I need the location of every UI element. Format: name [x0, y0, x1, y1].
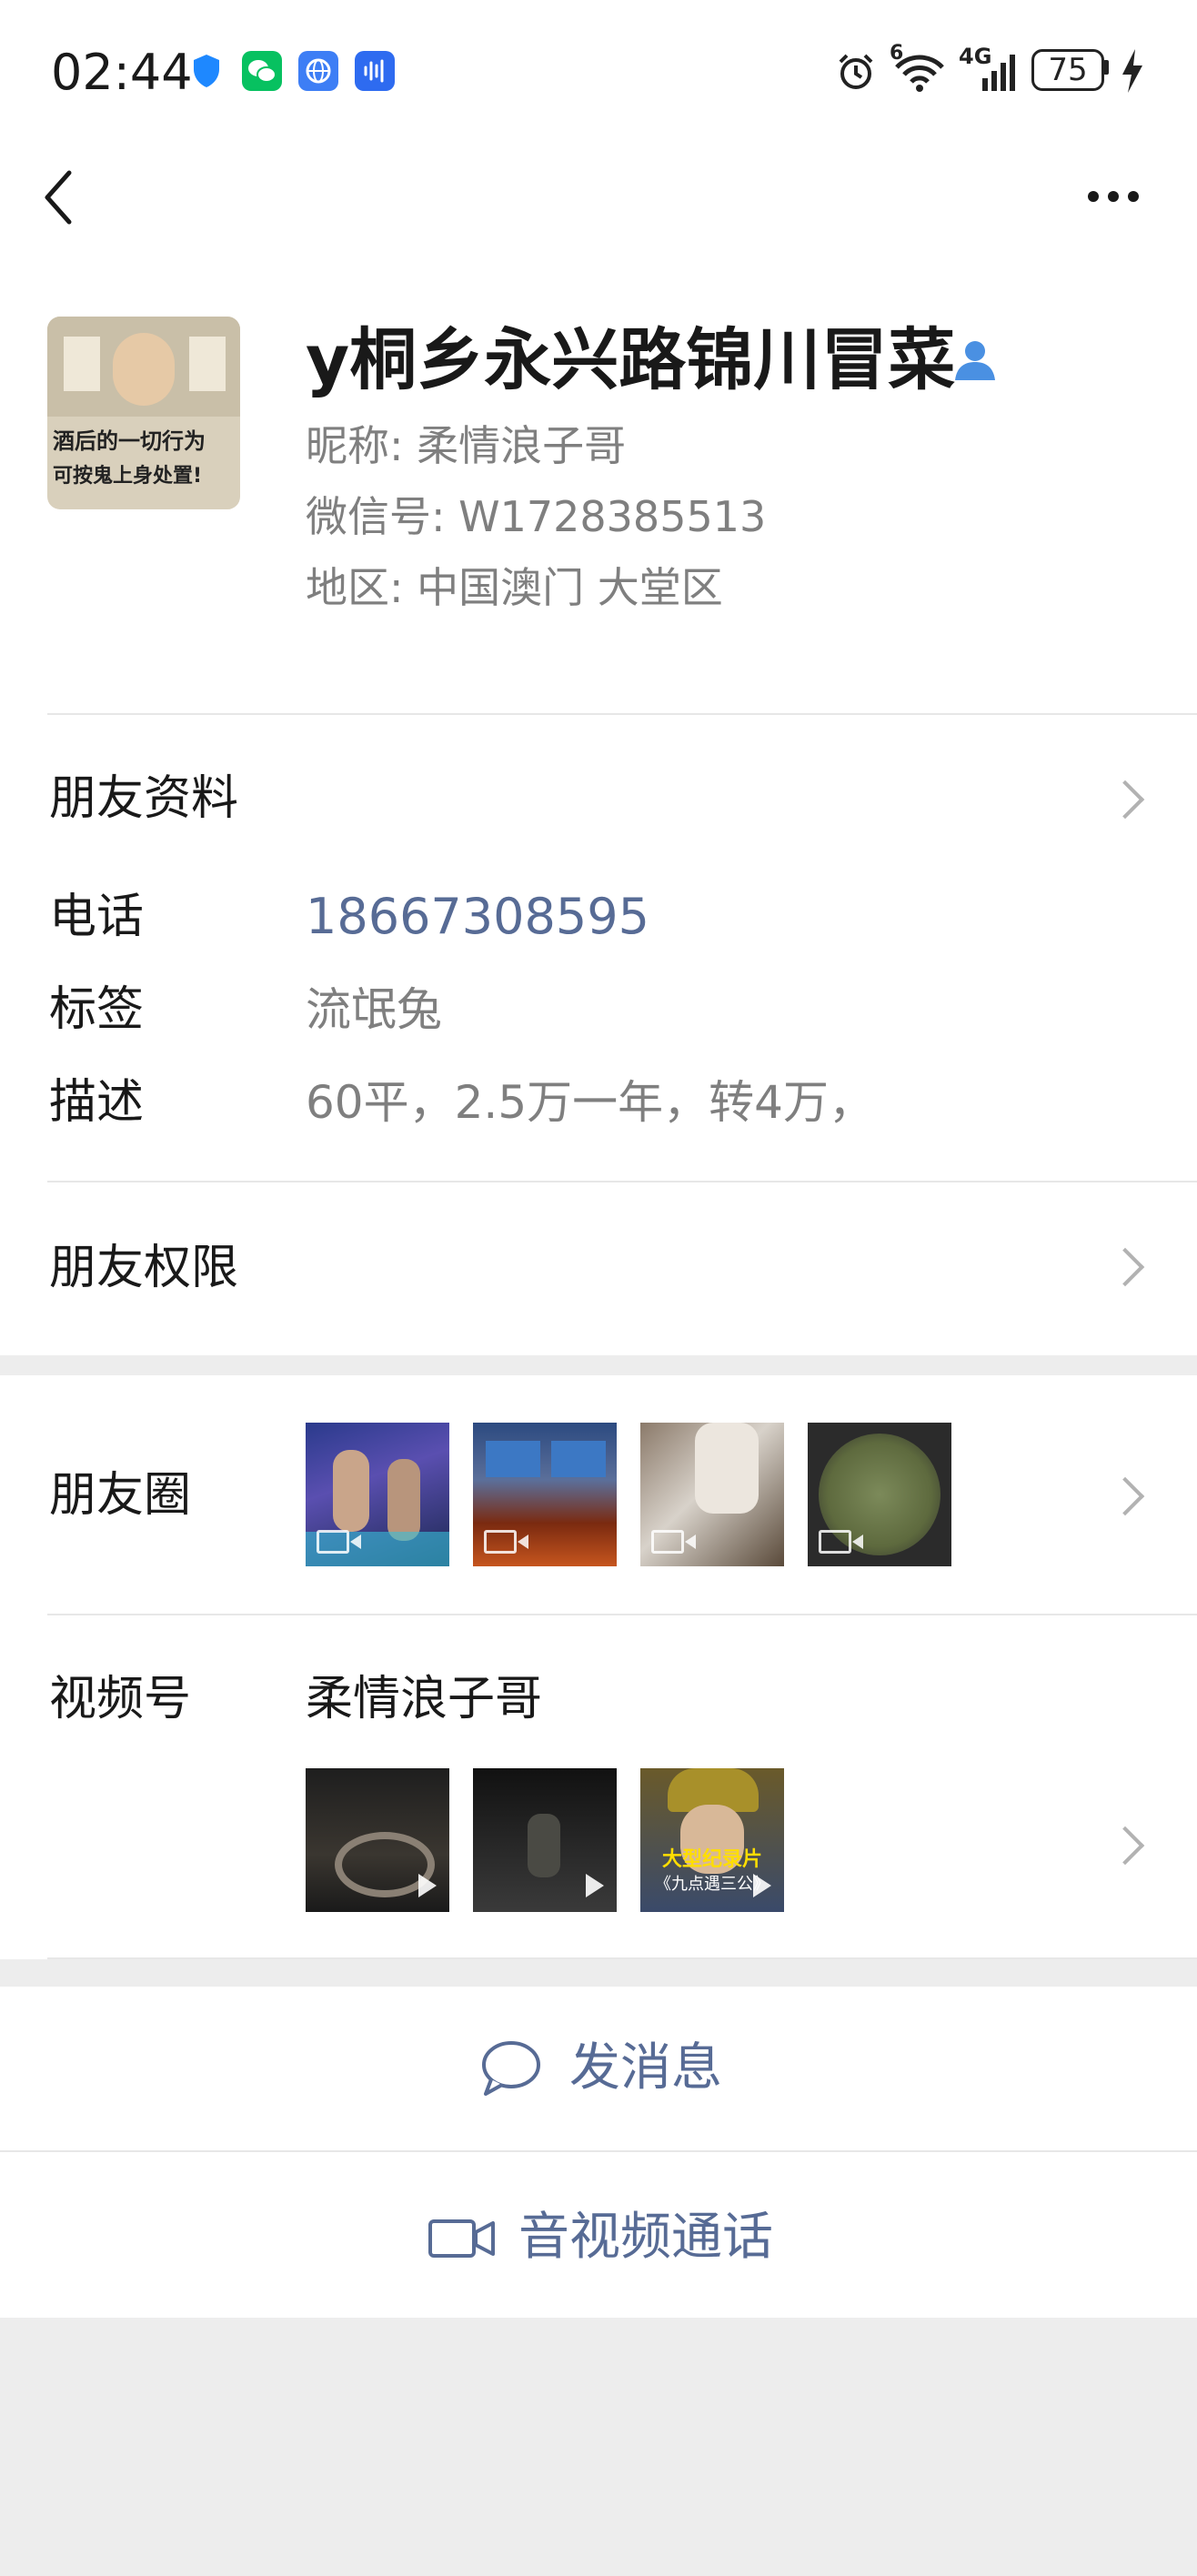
channels-thumb-1[interactable] [306, 1768, 449, 1912]
video-icon [484, 1530, 528, 1554]
battery-tip [1103, 60, 1109, 75]
divider [47, 713, 1197, 715]
video-call-button[interactable]: 音视频通话 [0, 2154, 1197, 2318]
play-icon [753, 1874, 771, 1897]
channels-thumb-2[interactable] [473, 1768, 617, 1912]
divider [0, 2150, 1197, 2152]
avatar-text-1: 酒后的一切行为 [53, 428, 206, 454]
wechat-icon [242, 51, 282, 91]
send-message-button[interactable]: 发消息 [0, 1987, 1197, 2150]
battery-level: 75 [1048, 52, 1088, 88]
moments-thumb-1[interactable] [306, 1423, 449, 1566]
tag-value: 流氓兔 [306, 983, 442, 1036]
avatar[interactable]: 酒后的一切行为 可按鬼上身处置! [47, 317, 240, 509]
moments-title: 朋友圈 [49, 1468, 192, 1523]
permissions-title: 朋友权限 [49, 1241, 239, 1295]
video-icon [651, 1530, 696, 1554]
moments-thumb-4[interactable] [808, 1423, 951, 1566]
more-dots-icon[interactable] [1084, 187, 1142, 206]
avatar-face [113, 333, 175, 406]
send-message-label: 发消息 [569, 2038, 722, 2098]
battery-icon: 75 [1031, 49, 1104, 91]
signal-icon [982, 55, 1015, 91]
video-icon [819, 1530, 863, 1554]
divider [47, 1957, 1197, 1959]
status-bar: 02:44 6 4G 75 [0, 0, 1197, 146]
video-icon [317, 1530, 361, 1554]
description-label: 描述 [49, 1075, 145, 1130]
moments-thumb-3[interactable] [640, 1423, 784, 1566]
back-button[interactable] [40, 169, 76, 226]
alarm-icon [839, 54, 873, 89]
channels-name: 柔情浪子哥 [306, 1672, 543, 1726]
status-time: 02:44 [51, 44, 193, 101]
display-name: y桐乡永兴路锦川冒菜 [306, 321, 956, 399]
video-call-label: 音视频通话 [518, 2208, 773, 2267]
channels-title: 视频号 [49, 1672, 192, 1726]
tag-label: 标签 [49, 982, 145, 1037]
wechat-id: 微信号: W1728385513 [306, 492, 767, 541]
region: 地区: 中国澳门 大堂区 [306, 563, 723, 612]
channels-thumb-3[interactable]: 大型纪录片 《九点遇三公》 [640, 1768, 784, 1912]
wifi-badge: 6 [890, 42, 904, 65]
play-icon [418, 1874, 437, 1897]
person-icon [955, 341, 995, 380]
avatar-text-2: 可按鬼上身处置! [53, 465, 203, 488]
channels-thumb-caption-1: 大型纪录片 [661, 1848, 762, 1871]
shield-icon [194, 55, 219, 87]
phone-label: 电话 [49, 890, 145, 944]
moments-thumb-2[interactable] [473, 1423, 617, 1566]
voice-icon [355, 51, 395, 91]
browser-icon [298, 51, 338, 91]
divider [47, 1181, 1197, 1182]
video-camera-icon [428, 2219, 495, 2258]
divider [47, 1614, 1197, 1615]
nickname: 昵称: 柔情浪子哥 [306, 421, 627, 470]
description-value: 60平，2.5万一年，转4万， [306, 1076, 874, 1129]
charging-icon [1122, 49, 1142, 93]
chat-bubble-icon [482, 2041, 540, 2096]
play-icon [586, 1874, 604, 1897]
friend-info-title: 朋友资料 [49, 771, 239, 826]
phone-number-link[interactable]: 18667308595 [306, 884, 649, 950]
